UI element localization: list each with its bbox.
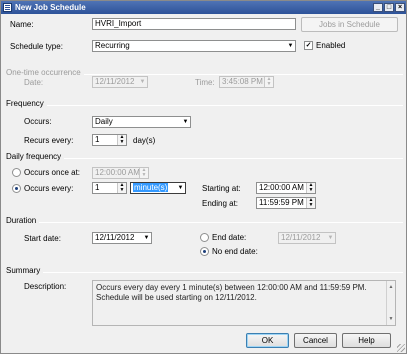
chevron-down-icon: ▼ — [182, 119, 189, 125]
daily-frequency-section-title: Daily frequency — [6, 152, 65, 162]
spinner-icon: ▲ ▼ — [264, 77, 273, 87]
close-button[interactable]: × — [395, 3, 405, 12]
occurs-dropdown[interactable]: Daily ▼ — [92, 116, 191, 128]
recurs-every-spinner[interactable]: 1 ▲ ▼ — [92, 134, 127, 146]
starting-at-value: 12:00:00 AM — [259, 183, 304, 192]
spinner-icon: ▲ ▼ — [306, 198, 315, 208]
spinner-icon: ▲ ▼ — [139, 168, 148, 178]
occurs-once-label: Occurs once at: — [24, 168, 81, 177]
end-date-picker[interactable]: 12/11/2012 ▼ — [278, 232, 336, 244]
name-input[interactable]: HVRI_Import — [92, 18, 296, 30]
duration-divider — [6, 222, 403, 223]
summary-divider — [6, 272, 403, 273]
one-time-time-spinner[interactable]: 3:45:08 PM ▲ ▼ — [219, 76, 274, 88]
schedule-type-dropdown[interactable]: Recurring ▼ — [92, 40, 296, 52]
no-end-date-label: No end date: — [212, 247, 258, 256]
window-icon — [3, 3, 12, 12]
duration-section-title: Duration — [6, 216, 40, 226]
start-date-label: Start date: — [24, 234, 61, 243]
description-scrollbar[interactable]: ▲ ▼ — [386, 281, 395, 325]
occurs-every-label: Occurs every: — [24, 184, 74, 193]
occurs-once-time-value: 12:00:00 AM — [95, 168, 140, 177]
one-time-date-picker[interactable]: 12/11/2012 ▼ — [92, 76, 148, 88]
cancel-button[interactable]: Cancel — [294, 333, 337, 348]
recurs-every-label: Recurs every: — [24, 136, 74, 145]
spinner-icon: ▲ ▼ — [306, 183, 315, 193]
occurs-every-radio[interactable] — [12, 184, 21, 193]
spinner-icon: ▲ ▼ — [117, 135, 126, 145]
occurs-once-time-spinner[interactable]: 12:00:00 AM ▲ ▼ — [92, 167, 149, 179]
title-bar[interactable]: New Job Schedule _ □ × — [1, 1, 406, 14]
spinner-icon: ▲ ▼ — [117, 183, 126, 193]
chevron-down-icon: ▼ — [139, 79, 146, 85]
recurs-every-value: 1 — [95, 135, 100, 144]
daily-frequency-divider — [6, 158, 403, 159]
occurs-every-interval-value: 1 — [95, 183, 100, 192]
new-job-schedule-dialog: New Job Schedule _ □ × Name: HVRI_Import… — [0, 0, 407, 354]
one-time-date-label: Date: — [24, 78, 44, 87]
jobs-in-schedule-button[interactable]: Jobs in Schedule — [301, 17, 398, 32]
end-date-label: End date: — [212, 233, 247, 242]
maximize-button[interactable]: □ — [384, 3, 394, 12]
enabled-label: Enabled — [316, 41, 346, 50]
description-textarea[interactable]: Occurs every day every 1 minute(s) betwe… — [92, 280, 396, 326]
start-date-picker[interactable]: 12/11/2012 ▼ — [92, 232, 152, 244]
one-time-time-label: Time: — [195, 78, 215, 87]
minimize-button[interactable]: _ — [373, 3, 383, 12]
chevron-down-icon: ▼ — [177, 185, 184, 191]
occurs-every-interval-spinner[interactable]: 1 ▲ ▼ — [92, 182, 127, 194]
occurs-every-unit-dropdown[interactable]: minute(s) ▼ — [130, 182, 186, 194]
end-date-value: 12/11/2012 — [281, 233, 321, 242]
occurs-value: Daily — [95, 117, 113, 126]
summary-section-title: Summary — [6, 266, 44, 276]
description-text: Occurs every day every 1 minute(s) betwe… — [96, 283, 367, 302]
help-button[interactable]: Help — [342, 333, 391, 348]
chevron-down-icon: ▼ — [143, 235, 150, 241]
occurs-label: Occurs: — [24, 117, 52, 126]
ending-at-label: Ending at: — [202, 199, 239, 208]
chevron-down-icon: ▼ — [287, 43, 294, 49]
frequency-section-title: Frequency — [6, 99, 47, 109]
enabled-checkbox[interactable]: ✓ — [304, 41, 313, 50]
schedule-type-label: Schedule type: — [10, 42, 63, 51]
resize-grip-icon[interactable] — [397, 344, 405, 352]
check-icon: ✓ — [305, 42, 312, 49]
ok-button[interactable]: OK — [246, 333, 289, 348]
window-title: New Job Schedule — [15, 3, 86, 12]
name-label: Name: — [10, 20, 34, 29]
starting-at-spinner[interactable]: 12:00:00 AM ▲ ▼ — [256, 182, 316, 194]
scroll-down-icon: ▼ — [388, 316, 394, 322]
starting-at-label: Starting at: — [202, 184, 241, 193]
occurs-once-radio[interactable] — [12, 168, 21, 177]
chevron-down-icon: ▼ — [327, 235, 334, 241]
ending-at-value: 11:59:59 PM — [259, 198, 304, 207]
ending-at-spinner[interactable]: 11:59:59 PM ▲ ▼ — [256, 197, 316, 209]
one-time-date-value: 12/11/2012 — [95, 77, 135, 86]
name-value: HVRI_Import — [95, 19, 142, 28]
end-date-radio[interactable] — [200, 233, 209, 242]
one-time-time-value: 3:45:08 PM — [222, 77, 263, 86]
one-time-section-title: One-time occurrence — [6, 68, 84, 78]
scroll-up-icon: ▲ — [388, 284, 394, 290]
schedule-type-value: Recurring — [95, 41, 130, 50]
no-end-date-radio[interactable] — [200, 247, 209, 256]
start-date-value: 12/11/2012 — [95, 233, 135, 242]
frequency-divider — [6, 105, 403, 106]
recurs-unit-label: day(s) — [133, 136, 156, 145]
description-label: Description: — [24, 282, 67, 291]
occurs-every-unit-value: minute(s) — [133, 183, 169, 192]
